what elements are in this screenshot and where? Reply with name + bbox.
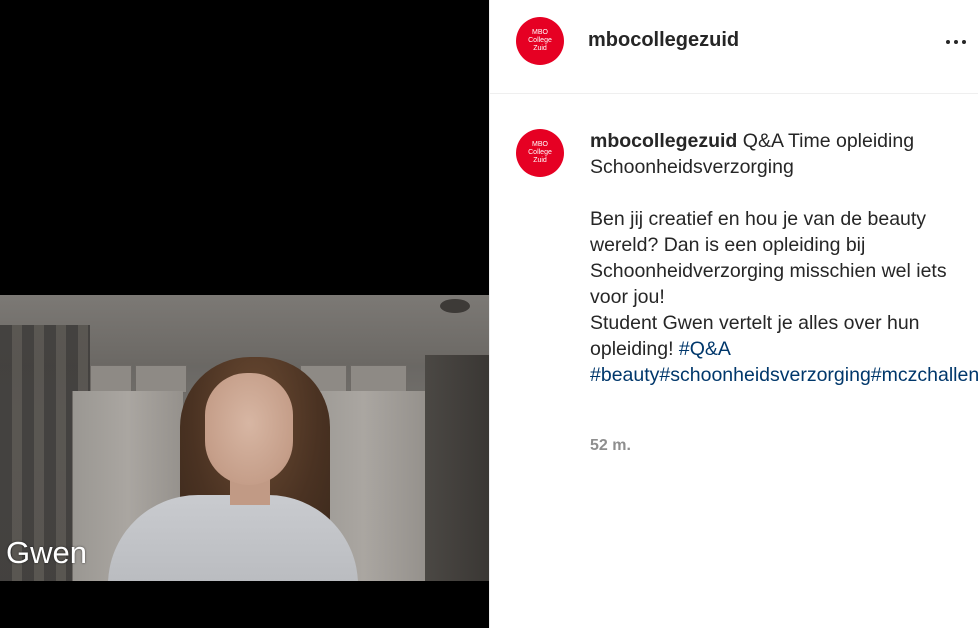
storage-box	[135, 365, 187, 393]
avatar-text-line: Zuid	[533, 45, 547, 52]
avatar-text-line: College	[528, 149, 552, 156]
avatar-text-line: MBO	[532, 29, 548, 36]
avatar-text-line: MBO	[532, 141, 548, 148]
post-media[interactable]: Gwen	[0, 0, 489, 628]
post-caption: mbocollegezuid Q&A Time opleiding Schoon…	[590, 128, 978, 388]
caption-body-line: Student Gwen vertelt je alles over hun o…	[590, 312, 920, 360]
header-username-link[interactable]: mbocollegezuid	[588, 29, 739, 52]
caption-username-link[interactable]: mbocollegezuid	[590, 130, 737, 152]
more-horizontal-icon	[944, 40, 968, 44]
participant-name-label: Gwen	[6, 535, 87, 570]
avatar-text-line: College	[528, 37, 552, 44]
hashtag-link[interactable]: #Q&A	[679, 338, 731, 360]
more-options-button[interactable]	[942, 28, 970, 56]
post-header: MBO College Zuid mbocollegezuid	[490, 0, 978, 94]
caption-body-line: Ben jij creatief en hou je van de beauty…	[590, 208, 947, 308]
profile-avatar[interactable]: MBO College Zuid	[516, 17, 564, 65]
hashtag-link[interactable]: #mczchallenge	[871, 364, 978, 386]
hashtag-link[interactable]: #schoonheidsverzorging	[659, 364, 870, 386]
storage-box	[350, 365, 407, 393]
storage-box	[90, 365, 132, 393]
person-face	[205, 373, 293, 485]
video-room-right	[425, 355, 489, 581]
post-sidebar: MBO College Zuid mbocollegezuid MBO Coll…	[489, 0, 978, 628]
hashtag-link[interactable]: #beauty	[590, 364, 659, 386]
post-timestamp[interactable]: 52 m.	[590, 437, 631, 455]
video-frame[interactable]: Gwen	[0, 295, 489, 581]
avatar-text-line: Zuid	[533, 157, 547, 164]
caption-avatar[interactable]: MBO College Zuid	[516, 129, 564, 177]
ceiling-lamp	[440, 299, 470, 313]
